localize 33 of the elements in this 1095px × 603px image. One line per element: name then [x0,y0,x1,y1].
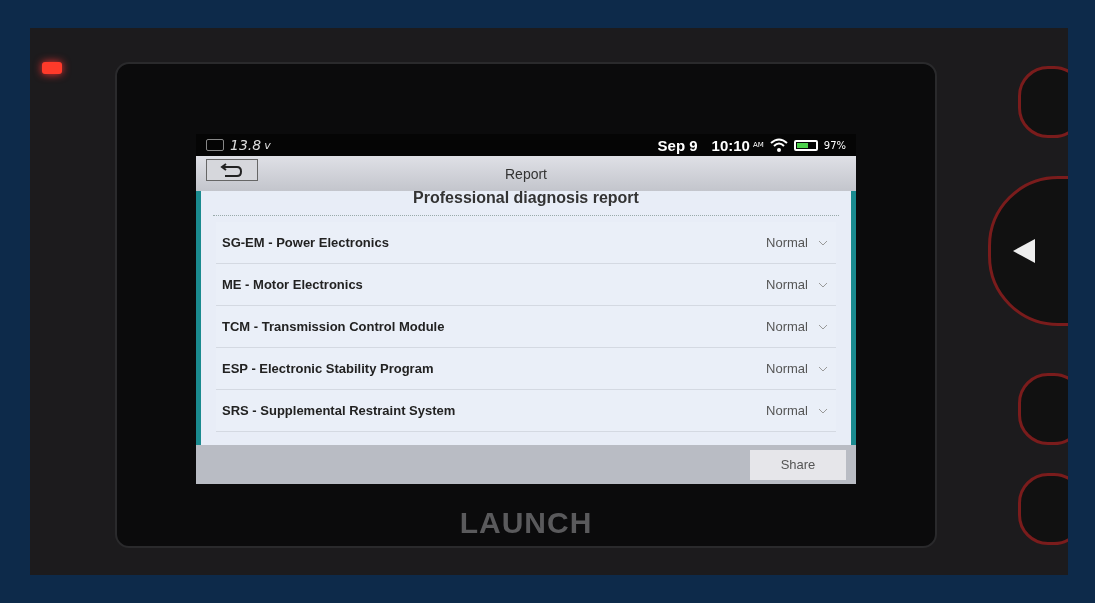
screen-title: Report [505,165,547,182]
hardware-button[interactable] [1018,373,1068,445]
system-status: Normal [766,319,808,334]
voltage-reading: 13.8 [230,137,262,153]
left-arrow-icon [1013,239,1035,263]
system-status: Normal [766,403,808,418]
system-status: Normal [766,235,808,250]
system-name: ME - Motor Electronics [222,277,363,292]
brand-logo: LAUNCH [459,506,593,540]
status-time: 10:10 [711,136,750,154]
hardware-button[interactable] [1018,66,1068,138]
chevron-icon [818,239,828,246]
system-name: ESP - Electronic Stability Program [222,361,434,376]
battery-icon [793,139,818,151]
voltage-unit: v [264,138,271,152]
system-name: SG-EM - Power Electronics [222,235,389,250]
status-date: Sep 9 [657,136,698,154]
chevron-icon [818,365,828,372]
battery-percentage: 97% [823,139,846,151]
wifi-icon [769,138,788,152]
back-arrow-icon [220,162,244,178]
report-heading: Professional diagnosis report [412,191,640,205]
system-status: Normal [766,277,808,292]
chevron-icon [818,407,828,414]
share-button[interactable]: Share [750,449,846,480]
chevron-icon [818,281,828,288]
hardware-button[interactable] [1018,473,1068,545]
power-led [42,62,62,74]
system-name: SRS - Supplemental Restraint System [222,403,456,418]
system-status: Normal [766,361,808,376]
back-button[interactable] [206,159,258,181]
system-name: TCM - Transmission Control Module [222,319,445,334]
chevron-icon [818,323,828,330]
